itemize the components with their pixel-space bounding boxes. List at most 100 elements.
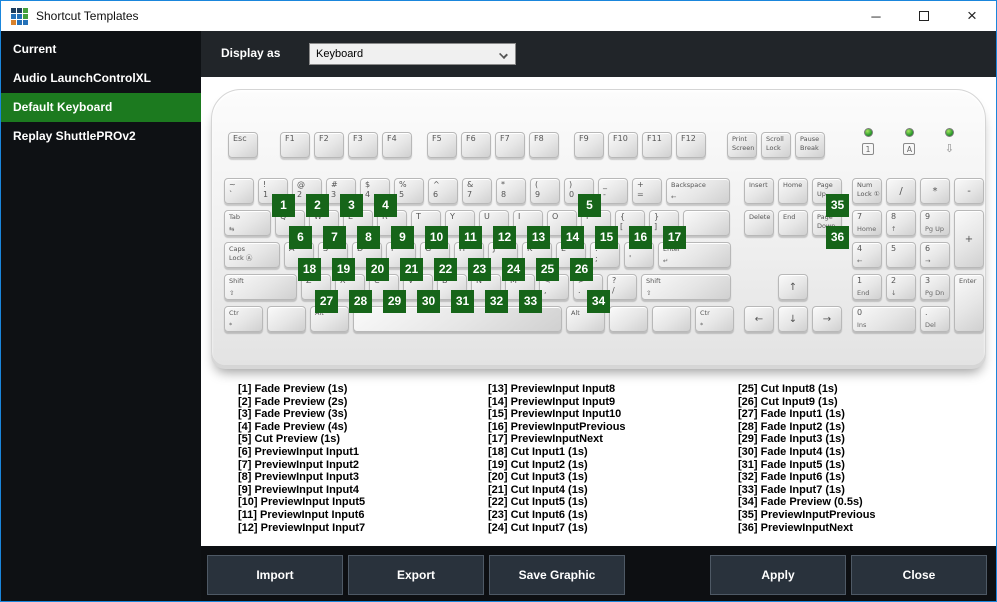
keyboard-row-2: Tab⇆Q6W7E8R9T10Y11U12I13O14P15{[16}]17 (224, 210, 734, 249)
shortcut-entry: [31] Fade Input5 (1s) (738, 458, 845, 471)
app-icon-square (23, 19, 28, 25)
close-button[interactable]: × (948, 1, 996, 31)
shortcut-entry: [5] Cut Preview (1s) (238, 433, 341, 446)
shortcut-badge-15: 15 (595, 226, 618, 249)
key-home: Home (778, 178, 808, 204)
shortcut-entry: [19] Cut Input2 (1s) (488, 458, 588, 471)
shortcut-entry: [26] Cut Input9 (1s) (738, 395, 838, 408)
key-2: 2 ↓ (886, 274, 916, 300)
top-toolbar: Display as Keyboard (201, 31, 996, 77)
app-icon-square (23, 7, 28, 13)
export-button[interactable]: Export (348, 554, 484, 595)
apply-button[interactable]: Apply (710, 554, 846, 595)
shortcut-badge-22: 22 (434, 258, 457, 281)
shortcut-entry: [36] PreviewInputNext (738, 521, 853, 534)
shortcut-entry: [21] Cut Input4 (1s) (488, 483, 588, 496)
key-8: * 8 (496, 178, 526, 204)
key-blank: + (954, 210, 984, 268)
shortcut-column-1: [1] Fade Preview (1s) [2] Fade Preview (2… (238, 383, 488, 534)
shortcut-entry: [11] PreviewInput Input6 (238, 508, 365, 521)
shortcut-entry: [8] PreviewInput Input3 (238, 471, 360, 484)
sidebar-item-audio-launchcontrolxl[interactable]: Audio LaunchControlXL (1, 64, 201, 93)
key-f4: F4 (382, 132, 412, 158)
minimize-button[interactable]: ─ (852, 1, 900, 31)
key-f2: F2 (314, 132, 344, 158)
key-7: 7 Home (852, 210, 882, 236)
sidebar-item-current[interactable]: Current (1, 35, 201, 64)
shortcut-entry: [2] Fade Preview (2s) (238, 395, 348, 408)
shortcut-entry: [35] PreviewInputPrevious (738, 508, 876, 521)
key-blank: ↓ (778, 306, 808, 332)
key-1: 1 End (852, 274, 882, 300)
app-icon-square (17, 13, 22, 19)
shortcut-badge-8: 8 (357, 226, 380, 249)
shortcut-badge-31: 31 (451, 290, 474, 313)
sidebar-item-default-keyboard[interactable]: Default Keyboard (1, 93, 201, 122)
key-ctr: Ctr * (695, 306, 734, 332)
key-f11: F11 (642, 132, 672, 158)
key-enter: Enter (954, 274, 984, 332)
keyboard-row-5: Ctr * Alt Alt Ctr * (224, 306, 734, 332)
key-4: 4 ← (852, 242, 882, 268)
key-2: @2 2 (292, 178, 329, 217)
app-icon-square (23, 13, 28, 19)
app-icon-square (17, 7, 22, 13)
save-graphic-button[interactable]: Save Graphic (489, 554, 625, 595)
shortcut-badge-27: 27 (315, 290, 338, 313)
key-ctr: Ctr * (224, 306, 263, 332)
shortcut-entry: [18] Cut Input1 (1s) (488, 445, 588, 458)
key-backspace: Backspace ← (666, 178, 730, 204)
keyboard-numpad: Num Lock ① / * - 7 Home 8 ↑ 9 Pg Up +4 ← 5 6 → 1 End 2 ↓ 3 Pg… (852, 178, 984, 332)
shortcut-entry: [15] PreviewInput Input10 (488, 408, 622, 421)
key-pausebreak: Pause Break (795, 132, 825, 158)
key-blank: + = (632, 178, 662, 204)
shortcut-badge-24: 24 (502, 258, 525, 281)
display-as-select[interactable]: Keyboard (309, 43, 516, 65)
led-dot (944, 128, 954, 137)
shortcut-badge-6: 6 (289, 226, 312, 249)
shortcut-badge-21: 21 (400, 258, 423, 281)
key-8: 8 ↑ (886, 210, 916, 236)
key-insert: Insert (744, 178, 774, 204)
shortcut-badge-35: 35 (826, 194, 849, 217)
shortcut-badge-18: 18 (298, 258, 321, 281)
key-blank: {[16 (615, 210, 652, 249)
shortcut-badge-12: 12 (493, 226, 516, 249)
key-6: ^ 6 (428, 178, 458, 204)
key-9: 9 Pg Up (920, 210, 950, 236)
shortcut-entry: [28] Fade Input2 (1s) (738, 420, 845, 433)
key-u: U 12 (479, 210, 516, 249)
shortcut-badge-36: 36 (826, 226, 849, 249)
maximize-button[interactable] (900, 1, 948, 31)
shortcut-entry: [12] PreviewInput Input7 (238, 521, 366, 534)
close-button[interactable]: Close (851, 554, 987, 595)
shortcut-entry: [22] Cut Input5 (1s) (488, 496, 588, 509)
shortcut-badge-30: 30 (417, 290, 440, 313)
shortcut-badge-25: 25 (536, 258, 559, 281)
key-blank: / (886, 178, 916, 204)
key-blank: ← (744, 306, 774, 332)
shortcut-badge-20: 20 (366, 258, 389, 281)
shortcut-entry: [17] PreviewInputNext (488, 433, 603, 446)
shortcut-badge-4: 4 (374, 194, 397, 217)
shortcut-badge-13: 13 (527, 226, 550, 249)
key-shift: Shift ⇧ (641, 274, 731, 300)
key-printscreen: Print Screen (727, 132, 757, 158)
key-0: 0 Ins (852, 306, 916, 332)
key-3: 3 Pg Dn (920, 274, 950, 300)
shortcut-entry: [30] Fade Input4 (1s) (738, 445, 845, 458)
shortcut-entry: [24] Cut Input7 (1s) (488, 521, 588, 534)
sidebar-item-replay-shuttleprov2[interactable]: Replay ShuttlePROv2 (1, 122, 201, 151)
shortcut-entry: [16] PreviewInputPrevious (488, 420, 626, 433)
key-y: Y 11 (445, 210, 482, 249)
shortcut-entry: [9] PreviewInput Input4 (238, 483, 360, 496)
minimize-icon: ─ (871, 8, 881, 24)
shortcut-entry: [29] Fade Input3 (1s) (738, 433, 845, 446)
display-as-label: Display as (221, 46, 281, 60)
shortcut-entry: [3] Fade Preview (3s) (238, 408, 348, 421)
key-9: (9 (530, 178, 560, 204)
import-button[interactable]: Import (207, 554, 343, 595)
app-icon (11, 7, 28, 25)
shortcut-entry: [23] Cut Input6 (1s) (488, 508, 588, 521)
key-f10: F10 (608, 132, 638, 158)
